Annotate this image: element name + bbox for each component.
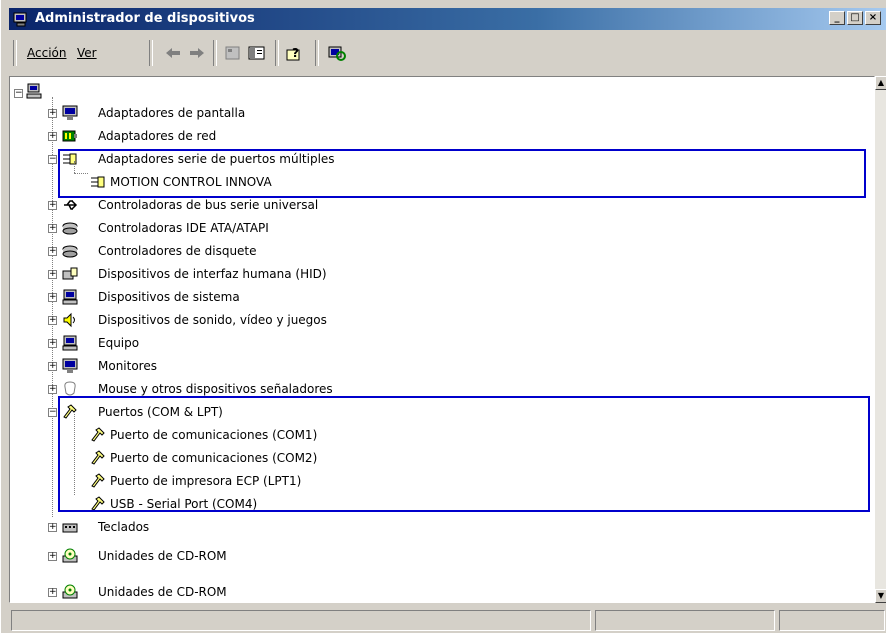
mouse-icon — [62, 381, 78, 397]
computer-icon — [62, 335, 78, 351]
expand-icon[interactable]: + — [48, 293, 57, 302]
expand-icon[interactable]: + — [48, 316, 57, 325]
scroll-down-icon[interactable]: ▼ — [875, 589, 886, 603]
title-bar[interactable]: Administrador de dispositivos _ □ × — [9, 8, 886, 30]
device-label: Puerto de comunicaciones (COM1) — [110, 428, 318, 442]
display-adapter-icon — [62, 105, 78, 121]
expand-icon[interactable]: + — [48, 339, 57, 348]
port-icon — [90, 450, 106, 466]
back-arrow-icon[interactable] — [163, 44, 183, 62]
usb-icon — [62, 197, 78, 213]
device-tree[interactable]: − + Adaptadores de pantalla + Adaptadore… — [9, 76, 875, 603]
expand-icon[interactable]: + — [48, 201, 57, 210]
device-manager-window: Administrador de dispositivos _ □ × Acci… — [0, 0, 886, 633]
category-label: Teclados — [98, 520, 150, 534]
expand-icon[interactable]: + — [48, 109, 57, 118]
toolbar-separator — [213, 40, 217, 66]
multiport-serial-icon — [90, 174, 106, 190]
category-label: Equipo — [98, 336, 140, 350]
device-label: MOTION CONTROL INNOVA — [110, 175, 272, 189]
category-label: Mouse y otros dispositivos señaladores — [98, 382, 333, 396]
category-label: Adaptadores de red — [98, 129, 217, 143]
cdrom-icon — [62, 548, 78, 564]
cdrom-icon — [62, 584, 78, 600]
expand-icon[interactable]: + — [48, 224, 57, 233]
scroll-up-icon[interactable]: ▲ — [875, 76, 886, 90]
toolbar-separator — [275, 40, 279, 66]
category-label: Adaptadores de pantalla — [98, 106, 246, 120]
vertical-scrollbar[interactable]: ▲ ▼ — [875, 76, 886, 603]
expand-icon[interactable]: + — [48, 362, 57, 371]
expand-icon[interactable]: + — [48, 132, 57, 141]
help-icon[interactable]: ? — [285, 44, 305, 62]
tree-connector — [74, 414, 75, 495]
category-label: Puertos (COM & LPT) — [98, 405, 223, 419]
collapse-icon[interactable]: − — [48, 408, 57, 417]
category-label: Unidades de CD-ROM — [98, 585, 227, 599]
tree-connector — [74, 161, 75, 173]
computer-icon — [26, 83, 42, 99]
category-label: Adaptadores serie de puertos múltiples — [98, 152, 335, 166]
toolbar-separator — [315, 40, 319, 66]
category-label: Dispositivos de sonido, vídeo y juegos — [98, 313, 327, 327]
tree-connector — [74, 173, 88, 174]
menu-ver-label: Ver — [77, 46, 97, 60]
collapse-icon[interactable]: − — [14, 89, 23, 98]
expand-icon[interactable]: + — [48, 247, 57, 256]
category-label: Controladoras de bus serie universal — [98, 198, 319, 212]
menu-accion-label: Acción — [27, 46, 67, 60]
forward-arrow-icon[interactable] — [187, 44, 207, 62]
properties-icon[interactable] — [223, 44, 243, 62]
status-bar — [9, 608, 886, 633]
category-label: Controladores de disquete — [98, 244, 257, 258]
category-label: Unidades de CD-ROM — [98, 549, 227, 563]
minimize-button[interactable]: _ — [829, 11, 845, 25]
multiport-serial-icon — [62, 151, 78, 167]
sound-icon — [62, 312, 78, 328]
svg-text:?: ? — [292, 46, 299, 60]
expand-icon[interactable]: + — [48, 552, 57, 561]
maximize-button[interactable]: □ — [847, 11, 863, 25]
window-title: Administrador de dispositivos — [35, 11, 255, 26]
monitor-icon — [62, 358, 78, 374]
system-device-icon — [62, 289, 78, 305]
menu-toolbar: Acción Ver ? — [9, 36, 886, 70]
port-icon — [90, 427, 106, 443]
collapse-icon[interactable]: − — [48, 155, 57, 164]
close-button[interactable]: × — [865, 11, 881, 25]
expand-icon[interactable]: + — [48, 588, 57, 597]
network-adapter-icon — [62, 128, 78, 144]
category-label: Controladoras IDE ATA/ATAPI — [98, 221, 269, 235]
toolbar-separator — [149, 40, 153, 66]
port-icon — [62, 404, 78, 420]
device-label: Puerto de comunicaciones (COM2) — [110, 451, 318, 465]
keyboard-icon — [62, 519, 78, 535]
port-icon — [90, 496, 106, 512]
device-manager-icon — [13, 11, 29, 31]
show-hide-tree-icon[interactable] — [247, 44, 267, 62]
port-icon — [90, 473, 106, 489]
hid-icon — [62, 266, 78, 282]
category-label: Dispositivos de interfaz humana (HID) — [98, 267, 327, 281]
floppy-controller-icon — [62, 243, 78, 259]
device-label: USB - Serial Port (COM4) — [110, 497, 258, 511]
device-label: Puerto de impresora ECP (LPT1) — [110, 474, 302, 488]
toolbar-grip — [13, 40, 17, 66]
expand-icon[interactable]: + — [48, 270, 57, 279]
status-cell-tertiary — [779, 610, 885, 631]
category-label: Dispositivos de sistema — [98, 290, 240, 304]
menu-accion[interactable]: Acción — [27, 46, 66, 60]
ide-controller-icon — [62, 220, 78, 236]
expand-icon[interactable]: + — [48, 385, 57, 394]
status-cell-secondary — [595, 610, 775, 631]
status-cell-main — [11, 610, 591, 631]
category-label: Monitores — [98, 359, 157, 373]
scan-hardware-icon[interactable] — [327, 44, 347, 62]
menu-ver[interactable]: Ver — [77, 46, 97, 60]
expand-icon[interactable]: + — [48, 523, 57, 532]
